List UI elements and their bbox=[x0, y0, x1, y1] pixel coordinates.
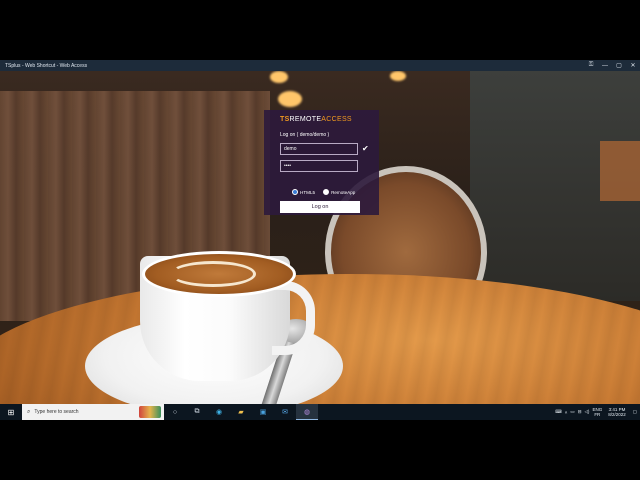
remoteapp-option[interactable]: RemoteApp bbox=[323, 189, 355, 195]
html5-option[interactable]: HTML5 bbox=[292, 189, 315, 195]
logo-ts: TS bbox=[280, 116, 290, 123]
background-image: TSREMOTEACCESS Log on ( demo/demo ) demo… bbox=[0, 71, 640, 404]
logon-title: Log on ( demo/demo ) bbox=[280, 132, 330, 138]
logo-remote: REMOTE bbox=[289, 116, 322, 123]
latte-art bbox=[170, 261, 256, 287]
window-titlebar: TSplus - Web Shortcut - Web Access ⚿ — ▢… bbox=[0, 60, 640, 71]
windows-start-icon[interactable]: ⊞ bbox=[0, 404, 22, 420]
task-view-icon[interactable]: ○ bbox=[164, 404, 186, 420]
logo-access: ACCESS bbox=[321, 116, 352, 123]
window-controls: ⚿ — ▢ ✕ bbox=[584, 60, 640, 71]
action-center-icon[interactable]: ▢ bbox=[633, 409, 637, 415]
taskbar-search[interactable]: ⌕ Type here to search bbox=[22, 404, 164, 420]
html5-label: HTML5 bbox=[300, 189, 316, 195]
search-placeholder: Type here to search bbox=[34, 409, 79, 415]
language-bottom: FR bbox=[594, 412, 601, 417]
widgets-icon[interactable]: ⧉ bbox=[186, 404, 208, 420]
screen: TSplus - Web Shortcut - Web Access ⚿ — ▢… bbox=[0, 60, 640, 420]
store-icon[interactable]: ▣ bbox=[252, 404, 274, 420]
mail-icon[interactable]: ✉ bbox=[274, 404, 296, 420]
edge-icon[interactable]: ◉ bbox=[208, 404, 230, 420]
notification-icon[interactable]: ▭ bbox=[570, 409, 574, 415]
ceiling-light bbox=[390, 71, 406, 81]
maximize-button[interactable]: ▢ bbox=[612, 60, 626, 71]
radio-icon bbox=[323, 189, 330, 195]
extension-icon[interactable]: ⚿ bbox=[584, 60, 598, 71]
chevron-up-icon[interactable]: ˄ bbox=[565, 410, 568, 415]
search-highlight-icon bbox=[139, 406, 161, 418]
logon-button[interactable]: Log on bbox=[280, 201, 360, 213]
tsplus-logo: TSREMOTEACCESS bbox=[280, 116, 352, 123]
system-tray: ⌨ ˄ ▭ ⊟ ◁) ENG FR 3:41 PM 8/2/2022 ▢ bbox=[555, 407, 640, 417]
network-icon[interactable]: ⊟ bbox=[578, 409, 582, 415]
background-cabinet bbox=[600, 141, 640, 201]
tsplus-app-icon[interactable]: ◍ bbox=[296, 404, 318, 420]
access-type-options: HTML5 RemoteApp bbox=[292, 189, 355, 195]
file-explorer-icon[interactable]: ▰ bbox=[230, 404, 252, 420]
close-button[interactable]: ✕ bbox=[626, 60, 640, 71]
username-field[interactable]: demo bbox=[280, 143, 358, 155]
taskbar: ⊞ ⌕ Type here to search ○ ⧉ ◉ ▰ ▣ ✉ ◍ ⌨ … bbox=[0, 404, 640, 420]
remoteapp-label: RemoteApp bbox=[331, 189, 356, 195]
checkmark-icon: ✔ bbox=[362, 144, 369, 153]
ceiling-light bbox=[270, 71, 288, 83]
language-indicator[interactable]: ENG FR bbox=[592, 407, 602, 417]
keyboard-icon[interactable]: ⌨ bbox=[555, 409, 562, 415]
ceiling-light bbox=[278, 91, 302, 107]
password-field[interactable]: •••• bbox=[280, 160, 358, 172]
window-title: TSplus - Web Shortcut - Web Access bbox=[5, 62, 88, 69]
clock-date: 8/2/2022 bbox=[608, 412, 626, 417]
radio-selected-icon bbox=[292, 189, 298, 195]
volume-icon[interactable]: ◁) bbox=[584, 409, 589, 415]
login-panel: TSREMOTEACCESS Log on ( demo/demo ) demo… bbox=[264, 110, 379, 215]
minimize-button[interactable]: — bbox=[598, 60, 612, 71]
search-icon: ⌕ bbox=[27, 408, 31, 415]
clock[interactable]: 3:41 PM 8/2/2022 bbox=[608, 407, 626, 417]
